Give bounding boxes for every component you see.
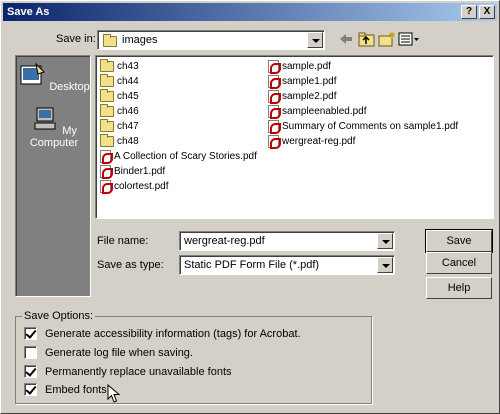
title-bar: Save As ? X — [3, 3, 497, 21]
folder-icon — [100, 118, 114, 132]
file-name-field[interactable]: wergreat-reg.pdf — [179, 231, 395, 251]
new-folder-icon[interactable] — [378, 31, 396, 47]
file-name-text: ch47 — [117, 121, 139, 132]
list-item[interactable]: Summary of Comments on sample1.pdf — [268, 119, 458, 134]
pdf-file-icon — [268, 74, 281, 89]
save-options-legend: Save Options: — [22, 310, 96, 322]
cancel-button[interactable]: Cancel — [426, 252, 492, 274]
checkbox-box[interactable] — [24, 346, 37, 359]
back-arrow-icon[interactable] — [338, 31, 354, 47]
help-title-button[interactable]: ? — [461, 5, 477, 19]
save-as-dialog: Save As ? X Save in: images Desktop My C… — [0, 0, 500, 414]
file-name-text: colortest.pdf — [114, 181, 169, 192]
save-as-type-value: Static PDF Form File (*.pdf) — [184, 259, 320, 271]
pdf-file-icon — [100, 164, 113, 179]
list-item[interactable]: wergreat-reg.pdf — [268, 134, 355, 149]
places-bar: Desktop My Computer — [15, 55, 91, 297]
file-name-label: File name: — [97, 235, 149, 247]
list-item[interactable]: ch47 — [100, 118, 139, 134]
pdf-file-icon — [268, 104, 281, 119]
save-in-label: Save in: — [56, 33, 96, 45]
pdf-file-icon — [268, 59, 281, 74]
save-in-value: images — [122, 34, 158, 46]
file-name-text: ch44 — [117, 76, 139, 87]
list-item[interactable]: sample1.pdf — [268, 74, 336, 89]
save-in-dropdown[interactable]: images — [97, 30, 325, 50]
list-item[interactable]: ch48 — [100, 133, 139, 149]
list-item[interactable]: ch46 — [100, 103, 139, 119]
pdf-file-icon — [268, 89, 281, 104]
folder-icon — [100, 58, 114, 72]
folder-icon — [100, 88, 114, 102]
log-file-checkbox[interactable]: Generate log file when saving. — [24, 346, 193, 359]
file-name-text: ch43 — [117, 61, 139, 72]
save-as-type-label: Save as type: — [97, 259, 164, 271]
file-name-text: ch45 — [117, 91, 139, 102]
list-item[interactable]: ch44 — [100, 73, 139, 89]
save-as-type-dropdown[interactable]: Static PDF Form File (*.pdf) — [179, 255, 395, 275]
checkbox-box[interactable] — [24, 365, 37, 378]
mouse-pointer-icon — [107, 384, 121, 403]
list-item[interactable]: ch43 — [100, 58, 139, 74]
computer-icon — [34, 107, 56, 130]
list-item[interactable]: Binder1.pdf — [100, 164, 165, 179]
list-item[interactable]: sample2.pdf — [268, 89, 336, 104]
window-title: Save As — [7, 6, 50, 18]
checkbox-label: Permanently replace unavailable fonts — [45, 365, 232, 378]
list-item[interactable]: sampleenabled.pdf — [268, 104, 367, 119]
up-folder-icon[interactable] — [358, 31, 376, 47]
chevron-down-icon[interactable] — [307, 32, 323, 48]
chevron-down-icon[interactable] — [377, 233, 393, 249]
checkbox-box[interactable] — [24, 383, 37, 396]
pdf-file-icon — [268, 134, 281, 149]
file-name-text: sample.pdf — [282, 61, 331, 72]
pdf-file-icon — [100, 149, 113, 164]
checkbox-label: Embed fonts — [45, 383, 107, 396]
checkbox-label: Generate log file when saving. — [45, 346, 193, 359]
folder-icon — [100, 103, 114, 117]
chevron-down-icon[interactable] — [377, 257, 393, 273]
pdf-file-icon — [100, 179, 113, 194]
file-name-text: ch48 — [117, 136, 139, 147]
embed-fonts-checkbox[interactable]: Embed fonts — [24, 383, 107, 396]
file-name-value: wergreat-reg.pdf — [184, 235, 265, 247]
file-list[interactable]: ch43 ch44 ch45 ch46 ch47 ch48 A Collecti… — [95, 55, 494, 219]
file-name-text: A Collection of Scary Stories.pdf — [114, 151, 257, 162]
checkbox-box[interactable] — [24, 327, 37, 340]
folder-icon — [100, 73, 114, 87]
place-desktop-label: Desktop — [49, 81, 90, 93]
place-my-computer[interactable]: My Computer — [16, 106, 92, 149]
help-button[interactable]: Help — [426, 277, 492, 299]
list-item[interactable]: ch45 — [100, 88, 139, 104]
folder-icon — [100, 133, 114, 147]
list-item[interactable]: A Collection of Scary Stories.pdf — [100, 149, 257, 164]
list-item[interactable]: colortest.pdf — [100, 179, 168, 194]
replace-fonts-checkbox[interactable]: Permanently replace unavailable fonts — [24, 365, 232, 378]
file-name-text: Binder1.pdf — [114, 166, 166, 177]
list-item[interactable]: sample.pdf — [268, 59, 331, 74]
save-button[interactable]: Save — [425, 229, 493, 253]
accessibility-checkbox[interactable]: Generate accessibility information (tags… — [24, 327, 301, 340]
file-name-text: Summary of Comments on sample1.pdf — [282, 121, 459, 132]
save-options-group: Save Options: Generate accessibility inf… — [15, 310, 372, 404]
view-menu-icon[interactable] — [398, 31, 420, 47]
pdf-file-icon — [268, 119, 281, 134]
close-button[interactable]: X — [479, 5, 495, 19]
file-name-text: ch46 — [117, 106, 139, 117]
file-name-text: wergreat-reg.pdf — [282, 136, 356, 147]
checkbox-label: Generate accessibility information (tags… — [45, 327, 301, 340]
file-name-text: sample1.pdf — [282, 76, 337, 87]
folder-icon — [103, 34, 117, 47]
desktop-icon — [20, 62, 46, 85]
file-name-text: sample2.pdf — [282, 91, 337, 102]
file-name-text: sampleenabled.pdf — [282, 106, 367, 117]
place-desktop[interactable]: Desktop — [16, 62, 92, 93]
